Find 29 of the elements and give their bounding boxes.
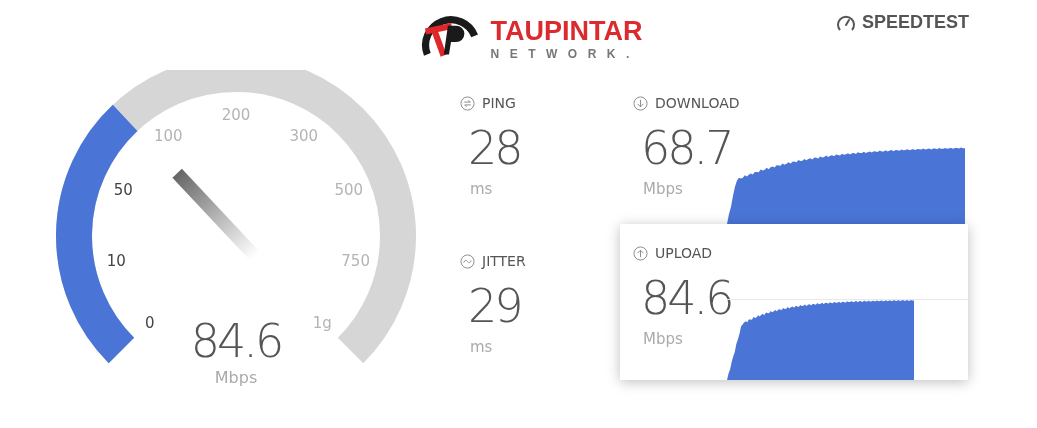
metric-label: PING (482, 95, 516, 111)
result-label: UPLOAD (655, 245, 713, 261)
gauge-tick-label: 200 (221, 106, 251, 124)
gauge-tick-label: 100 (153, 126, 183, 145)
gauge-tick-label: 10 (106, 251, 126, 270)
gauge-tick-label: 750 (341, 251, 370, 270)
brand-name: SPEEDTEST (861, 12, 969, 33)
result-unit: Mbps (643, 180, 683, 198)
arrows-icon (460, 95, 475, 111)
gauge-unit: Mbps (214, 368, 258, 387)
result-value: 84.6 (641, 270, 732, 326)
result-unit: Mbps (643, 330, 683, 348)
gauge-tick-label: 300 (289, 126, 319, 145)
gauge-tick-label: 500 (334, 181, 364, 200)
result-label: DOWNLOAD (655, 95, 740, 111)
metric-value: 28 (468, 120, 521, 176)
gauge-tick-label: 1g (312, 314, 332, 333)
result-value: 68.7 (641, 120, 732, 176)
gauge-icon (835, 13, 856, 32)
metric-value: 29 (468, 278, 521, 334)
metric-label: JITTER (482, 253, 526, 269)
metric-unit: ms (470, 338, 493, 356)
wave-icon (460, 253, 475, 269)
gauge-tick-label: 0 (144, 314, 155, 333)
logo-tagline: NETWORK. (490, 46, 641, 62)
gauge-tick-label: 50 (113, 181, 133, 200)
logo-name: TAUPINTAR (490, 16, 643, 46)
gauge-value: 84.6 (190, 314, 282, 368)
metric-unit: ms (470, 180, 493, 198)
